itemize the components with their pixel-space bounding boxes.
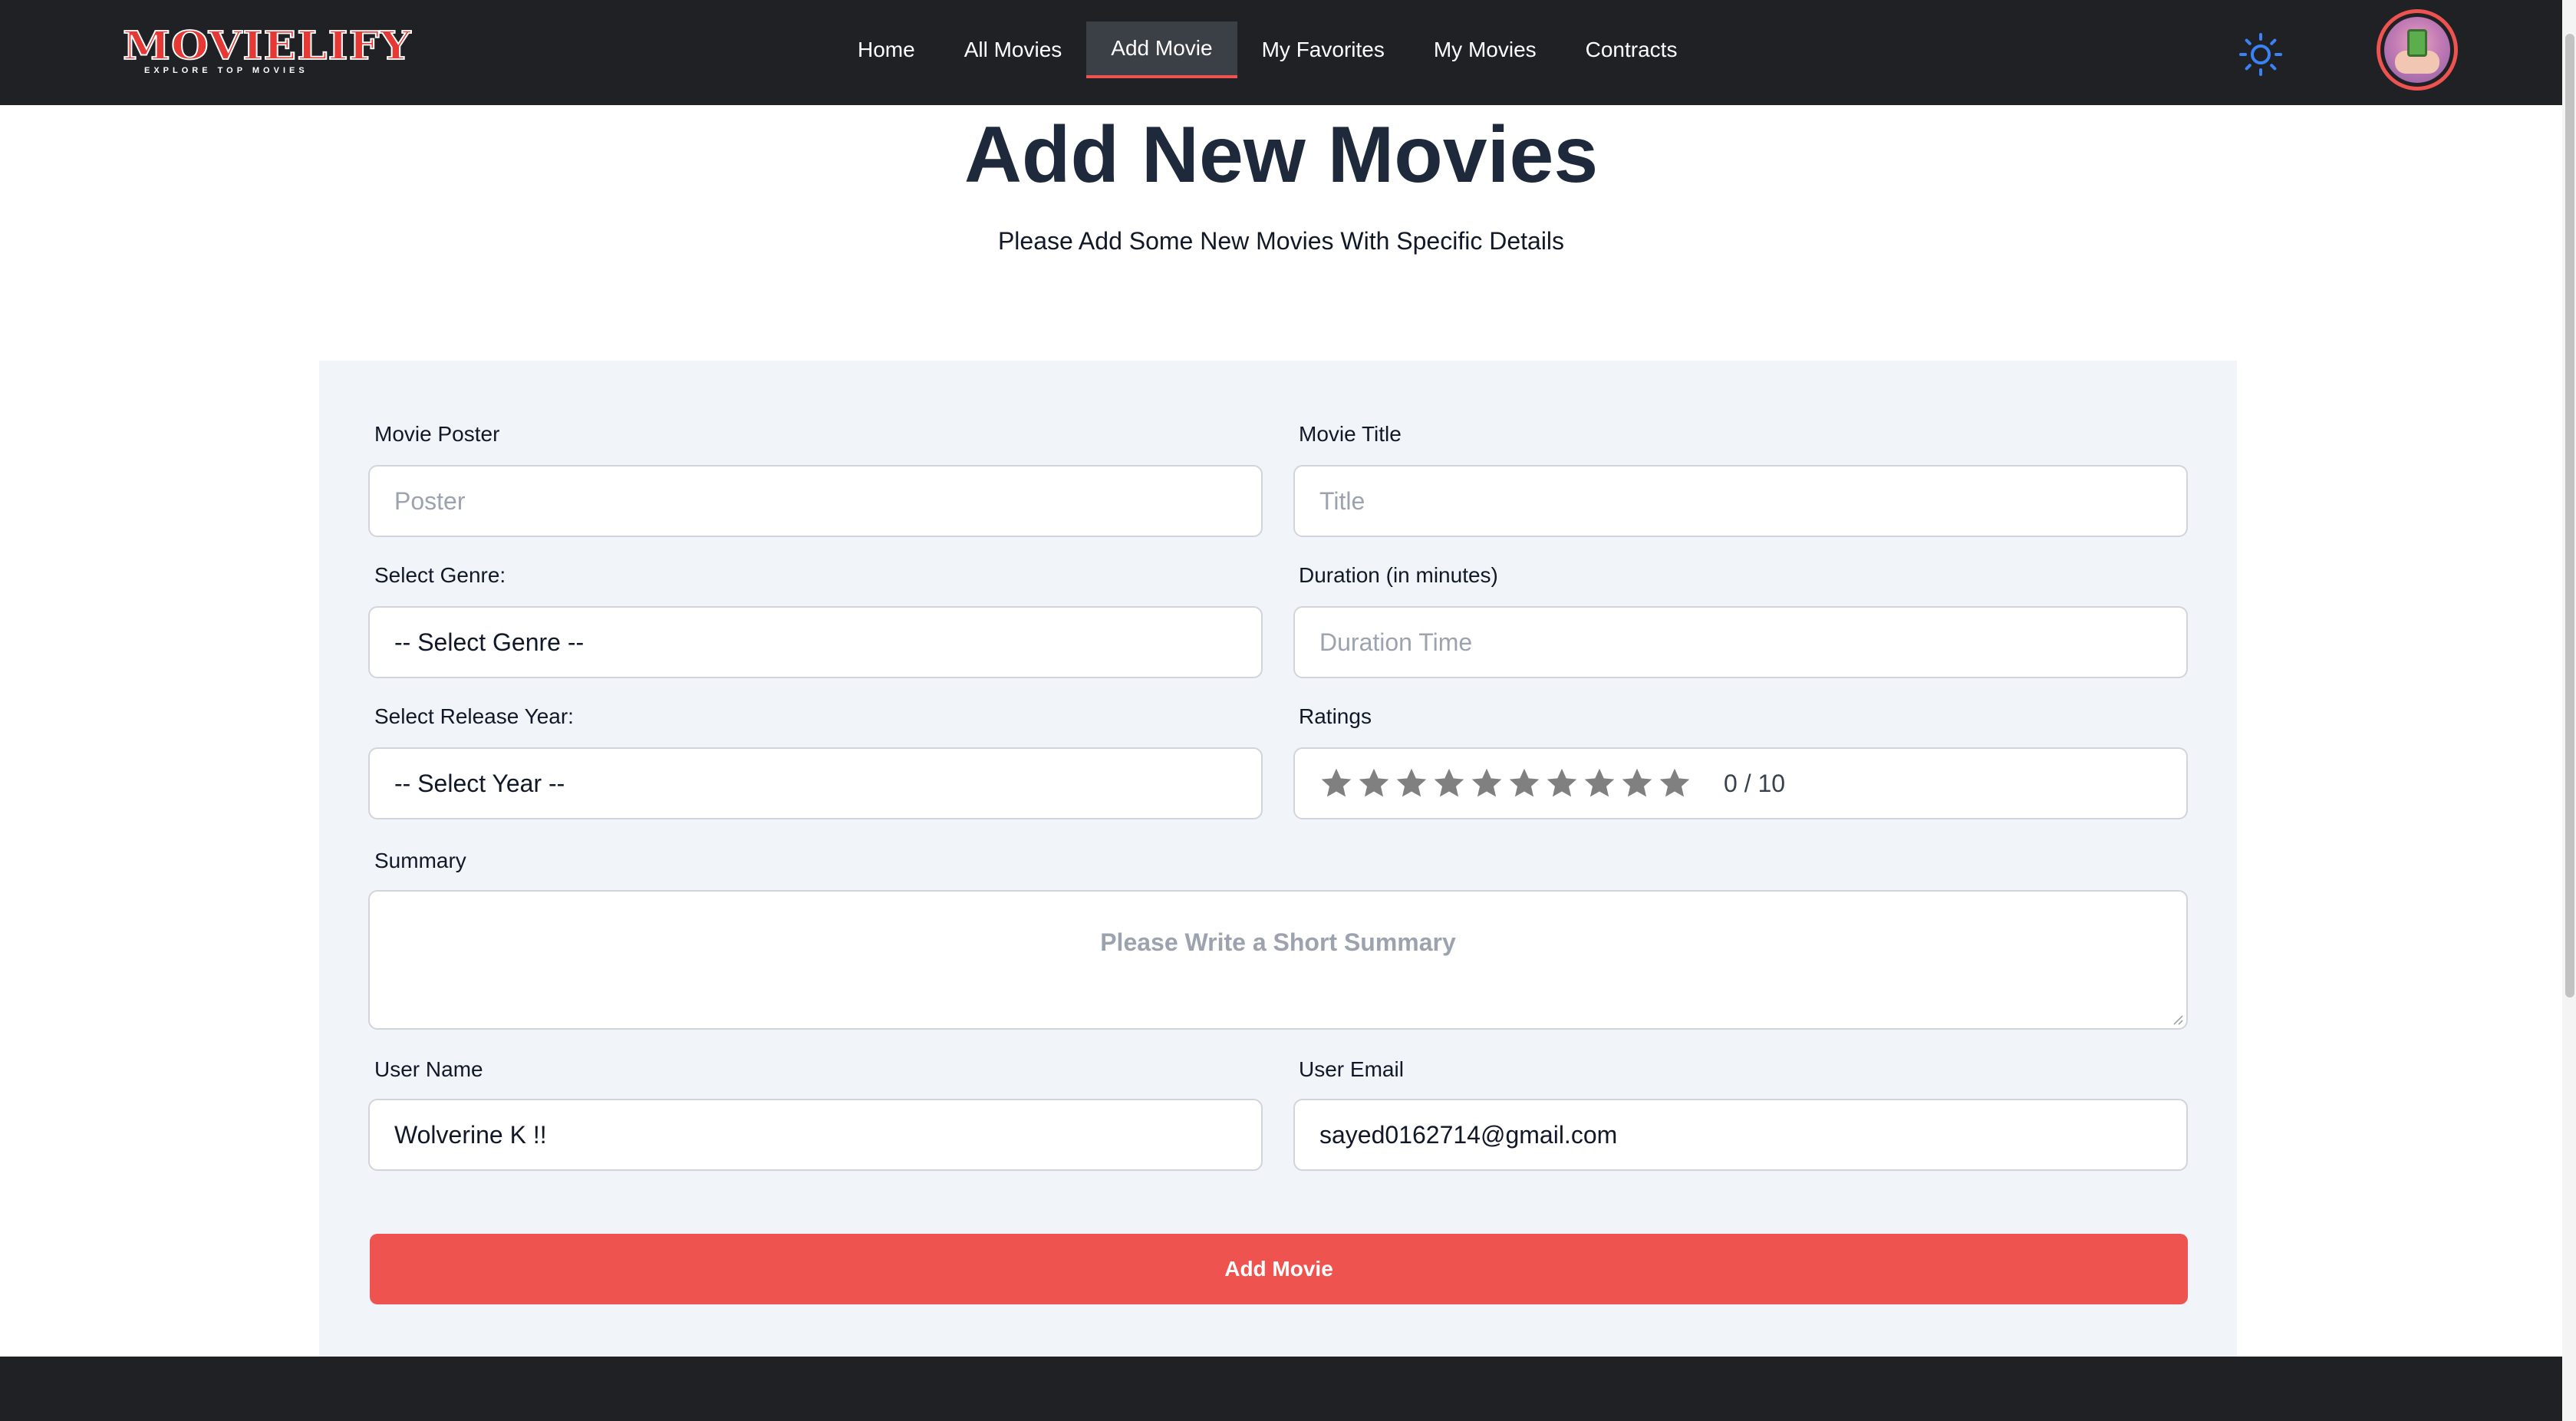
- star-icon[interactable]: [1620, 767, 1654, 800]
- page-subtitle: Please Add Some New Movies With Specific…: [997, 227, 1565, 255]
- nav-item-my-movies[interactable]: My Movies: [1409, 21, 1561, 78]
- nav-item-home[interactable]: Home: [833, 21, 940, 78]
- scrollbar-thumb[interactable]: [2565, 34, 2574, 997]
- logo-tagline: EXPLORE TOP MOVIES: [144, 66, 308, 75]
- sun-icon[interactable]: [2238, 32, 2283, 77]
- nav-item-contracts[interactable]: Contracts: [1561, 21, 1702, 78]
- star-icon[interactable]: [1395, 767, 1428, 800]
- user-email-field[interactable]: sayed0162714@gmail.com: [1293, 1099, 2188, 1171]
- brand-logo[interactable]: MOVIELIFY EXPLORE TOP MOVIES: [122, 24, 411, 80]
- nav-item-all-movies[interactable]: All Movies: [940, 21, 1087, 78]
- navbar: MOVIELIFY EXPLORE TOP MOVIES Home All Mo…: [0, 0, 2562, 105]
- nav-item-add-movie[interactable]: Add Movie: [1086, 21, 1237, 78]
- footer: [0, 1357, 2562, 1421]
- rating-value: 0 / 10: [1724, 769, 1786, 797]
- year-select[interactable]: -- Select Year --: [368, 747, 1263, 819]
- star-icon[interactable]: [1357, 767, 1391, 800]
- duration-label: Duration (in minutes): [1299, 563, 1498, 587]
- star-icon[interactable]: [1545, 767, 1579, 800]
- title-input[interactable]: Title: [1293, 465, 2188, 537]
- year-label: Select Release Year:: [374, 704, 574, 728]
- add-movie-button[interactable]: Add Movie: [370, 1234, 2188, 1304]
- logo-text: MOVIELIFY: [122, 23, 412, 69]
- star-icon[interactable]: [1470, 767, 1504, 800]
- rating-stars: [1319, 767, 1692, 800]
- poster-label: Movie Poster: [374, 422, 500, 446]
- user-avatar[interactable]: [2377, 9, 2458, 91]
- nav-item-my-favorites[interactable]: My Favorites: [1237, 21, 1409, 78]
- user-name-field[interactable]: Wolverine K !!: [368, 1099, 1263, 1171]
- star-icon[interactable]: [1658, 767, 1692, 800]
- star-icon[interactable]: [1432, 767, 1466, 800]
- summary-placeholder: Please Write a Short Summary: [1100, 928, 1456, 956]
- duration-input[interactable]: Duration Time: [1293, 606, 2188, 678]
- nav-links: Home All Movies Add Movie My Favorites M…: [833, 21, 1701, 78]
- scrollbar[interactable]: [2562, 0, 2576, 1421]
- avatar-image: [2384, 17, 2450, 83]
- star-icon[interactable]: [1319, 767, 1353, 800]
- page-title: Add New Movies: [964, 110, 1599, 199]
- genre-label: Select Genre:: [374, 563, 506, 587]
- summary-label: Summary: [374, 849, 466, 872]
- rating-field: 0 / 10: [1293, 747, 2188, 819]
- ratings-label: Ratings: [1299, 704, 1372, 728]
- summary-textarea[interactable]: Please Write a Short Summary: [368, 890, 2188, 1030]
- genre-select[interactable]: -- Select Genre --: [368, 606, 1263, 678]
- title-label: Movie Title: [1299, 422, 1402, 446]
- resize-grip-icon[interactable]: [2171, 1013, 2183, 1025]
- star-icon[interactable]: [1507, 767, 1541, 800]
- star-icon[interactable]: [1583, 767, 1616, 800]
- user-name-label: User Name: [374, 1057, 483, 1081]
- user-email-label: User Email: [1299, 1057, 1404, 1081]
- add-movie-form: Movie Poster Poster Movie Title Title Se…: [319, 361, 2237, 1357]
- poster-input[interactable]: Poster: [368, 465, 1263, 537]
